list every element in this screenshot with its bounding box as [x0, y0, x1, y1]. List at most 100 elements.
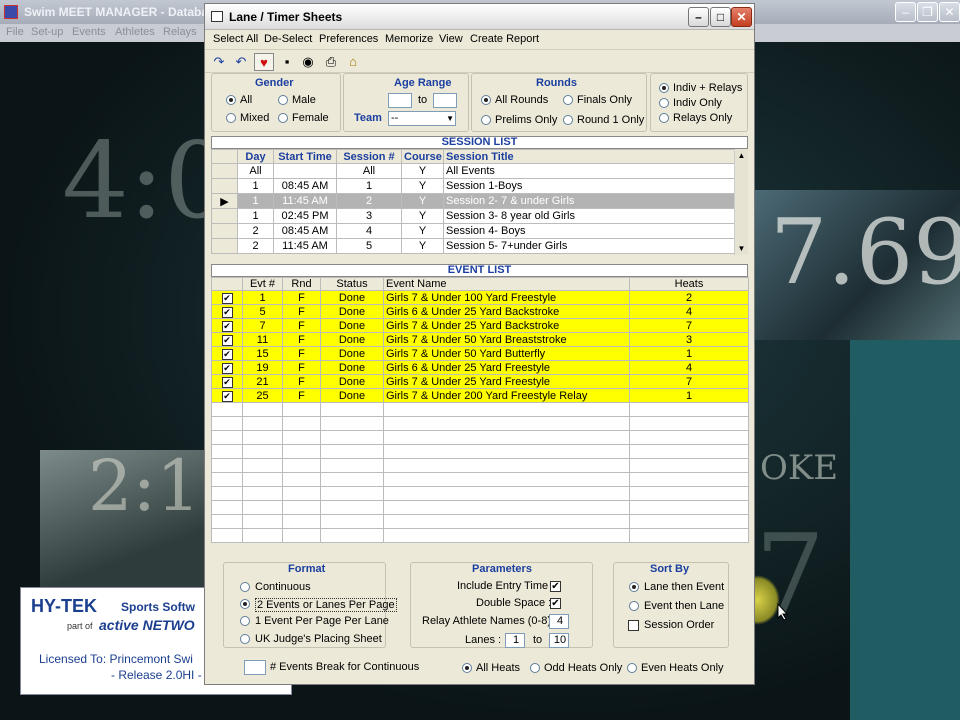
event-row[interactable]: ✔ 21 F Done Girls 7 & Under 25 Yard Freestyl…	[211, 374, 749, 389]
event-checkbox[interactable]: ✔	[211, 332, 243, 347]
dialog-title: Lane / Timer Sheets	[229, 10, 343, 24]
close-button[interactable]: ✕	[731, 7, 752, 27]
session-row[interactable]: 2 11:45 AM 5 Y Session 5- 7+under Girls	[211, 238, 735, 254]
sort-lane-event-radio[interactable]	[629, 582, 639, 592]
event-checkbox[interactable]: ✔	[211, 290, 243, 305]
session-row[interactable]: 2 08:45 AM 4 Y Session 4- Boys	[211, 223, 735, 239]
event-checkbox[interactable]: ✔	[211, 304, 243, 319]
session-list-title: SESSION LIST	[211, 136, 748, 149]
gender-female-radio[interactable]	[278, 113, 288, 123]
all-heats-radio[interactable]	[462, 663, 472, 673]
app-menu-file[interactable]: File	[6, 26, 24, 38]
event-check-box[interactable]: ✔	[221, 334, 233, 346]
event-row[interactable]: ✔ 11 F Done Girls 7 & Under 50 Yard Breastst…	[211, 332, 749, 347]
event-col-status[interactable]: Status	[320, 277, 384, 291]
age-to-input[interactable]	[433, 93, 457, 108]
menu-create-report[interactable]: Create Report	[470, 33, 539, 45]
app-minimize-button[interactable]: –	[895, 2, 916, 22]
event-col-rnd[interactable]: Rnd	[282, 277, 321, 291]
events-break-input[interactable]	[244, 660, 266, 675]
event-col-heats[interactable]: Heats	[629, 277, 749, 291]
format-continuous-radio[interactable]	[240, 582, 250, 592]
app-menu-relays[interactable]: Relays	[163, 26, 197, 38]
event-row[interactable]: ✔ 19 F Done Girls 6 & Under 25 Yard Freestyl…	[211, 360, 749, 375]
menu-deselect[interactable]: De-Select	[264, 33, 312, 45]
format-1-event-radio[interactable]	[240, 616, 250, 626]
event-check-box[interactable]: ✔	[221, 306, 233, 318]
event-check-box[interactable]: ✔	[221, 292, 233, 304]
lanes-from-input[interactable]: 1	[505, 633, 525, 648]
team-select[interactable]: -- ▼	[388, 111, 456, 126]
app-menu-athletes[interactable]: Athletes	[115, 26, 155, 38]
session-row[interactable]: 1 02:45 PM 3 Y Session 3- 8 year old Girls	[211, 208, 735, 224]
minimize-button[interactable]: –	[688, 7, 709, 27]
redo-icon[interactable]: ↷	[209, 53, 229, 71]
print-icon[interactable]: ⎙	[321, 53, 341, 71]
odd-heats-radio[interactable]	[530, 663, 540, 673]
rounds-finals-radio[interactable]	[563, 95, 573, 105]
session-order-checkbox[interactable]	[628, 620, 639, 631]
event-checkbox[interactable]: ✔	[211, 388, 243, 403]
scroll-up-icon[interactable]: ▲	[735, 149, 748, 162]
indiv-only-radio[interactable]	[659, 98, 669, 108]
session-row[interactable]: 1 08:45 AM 1 Y Session 1-Boys	[211, 178, 735, 194]
event-check-box[interactable]: ✔	[221, 362, 233, 374]
session-course: Y	[401, 208, 444, 224]
session-row[interactable]: All All Y All Events	[211, 163, 735, 179]
event-check-box[interactable]: ✔	[221, 348, 233, 360]
include-entry-time-checkbox[interactable]: ✔	[550, 581, 561, 592]
undo-icon[interactable]: ↶	[231, 53, 251, 71]
app-menu-setup[interactable]: Set-up	[31, 26, 63, 38]
sort-event-lane-radio[interactable]	[629, 601, 639, 611]
event-checkbox[interactable]: ✔	[211, 374, 243, 389]
lanes-to-input[interactable]: 10	[549, 633, 569, 648]
menu-memorize[interactable]: Memorize	[385, 33, 433, 45]
format-uk-judge-radio[interactable]	[240, 634, 250, 644]
event-check-box[interactable]: ✔	[221, 390, 233, 402]
session-col-day[interactable]: Day	[237, 149, 274, 164]
session-col-start-time[interactable]: Start Time	[273, 149, 337, 164]
double-space-checkbox[interactable]: ✔	[550, 598, 561, 609]
session-scrollbar[interactable]: ▲ ▼	[734, 149, 748, 255]
relays-only-radio[interactable]	[659, 113, 669, 123]
event-check-box[interactable]: ✔	[221, 376, 233, 388]
gender-all-radio[interactable]	[226, 95, 236, 105]
event-row[interactable]: ✔ 7 F Done Girls 7 & Under 25 Yard Backstrok…	[211, 318, 749, 333]
indiv-relays-radio[interactable]	[659, 83, 669, 93]
preview-eye-icon[interactable]: ◉	[298, 53, 318, 71]
session-col-course[interactable]: Course	[401, 149, 444, 164]
event-row[interactable]: ✔ 5 F Done Girls 6 & Under 25 Yard Backstrok…	[211, 304, 749, 319]
session-row[interactable]: ▶ 1 11:45 AM 2 Y Session 2- 7 & under Girls	[211, 193, 735, 209]
menu-preferences[interactable]: Preferences	[319, 33, 378, 45]
event-col-name[interactable]: Event Name	[383, 277, 630, 291]
event-col-evt-num[interactable]: Evt #	[242, 277, 283, 291]
rounds-prelims-radio[interactable]	[481, 115, 491, 125]
scroll-down-icon[interactable]: ▼	[735, 242, 748, 255]
heart-icon[interactable]: ♥	[254, 53, 274, 71]
gender-mixed-radio[interactable]	[226, 113, 236, 123]
menu-select-all[interactable]: Select All	[213, 33, 258, 45]
session-col-session-num[interactable]: Session #	[336, 149, 402, 164]
app-restore-button[interactable]: ❐	[917, 2, 938, 22]
rounds-all-radio[interactable]	[481, 95, 491, 105]
gender-male-radio[interactable]	[278, 95, 288, 105]
maximize-button[interactable]: □	[710, 7, 731, 27]
event-checkbox[interactable]: ✔	[211, 360, 243, 375]
event-check-box[interactable]: ✔	[221, 320, 233, 332]
export-folder-icon[interactable]: ⌂	[343, 53, 363, 71]
app-close-button[interactable]: ✕	[939, 2, 960, 22]
rounds-round1-radio[interactable]	[563, 115, 573, 125]
relay-names-input[interactable]: 4	[549, 614, 569, 629]
even-heats-radio[interactable]	[627, 663, 637, 673]
session-col-title[interactable]: Session Title	[443, 149, 735, 164]
app-menu-events[interactable]: Events	[72, 26, 106, 38]
event-row[interactable]: ✔ 25 F Done Girls 7 & Under 200 Yard Freesty…	[211, 388, 749, 403]
event-row[interactable]: ✔ 1 F Done Girls 7 & Under 100 Yard Freestyl…	[211, 290, 749, 305]
age-from-input[interactable]	[388, 93, 412, 108]
save-icon[interactable]: ▪	[277, 53, 297, 71]
event-row[interactable]: ✔ 15 F Done Girls 7 & Under 50 Yard Butterfl…	[211, 346, 749, 361]
menu-view[interactable]: View	[439, 33, 463, 45]
event-checkbox[interactable]: ✔	[211, 346, 243, 361]
format-2-events-radio[interactable]	[240, 599, 250, 609]
event-checkbox[interactable]: ✔	[211, 318, 243, 333]
